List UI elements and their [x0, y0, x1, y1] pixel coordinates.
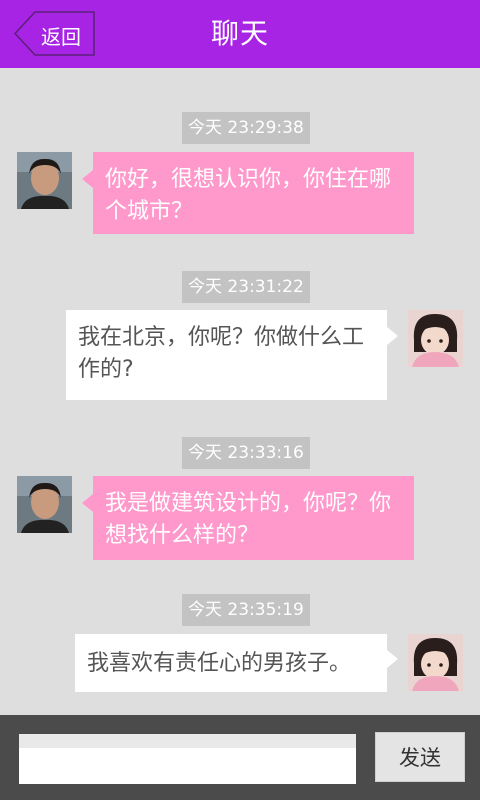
message-bubble: 你好，很想认识你，你住在哪个城市？: [93, 152, 414, 234]
avatar[interactable]: [17, 476, 72, 533]
male-avatar-icon: [17, 476, 72, 533]
header-bar: 返回 聊天: [0, 0, 480, 68]
message-input[interactable]: [19, 734, 356, 784]
bubble-tail: [387, 650, 398, 668]
bubble-tail: [387, 327, 398, 345]
page-title: 聊天: [210, 17, 269, 50]
avatar[interactable]: [408, 310, 463, 367]
message-list: 今天 23:29:38 你好，很想认识你，你住在哪个城市？ 今天 23:31:2…: [0, 68, 480, 715]
message-timestamp: 今天 23:31:22: [182, 271, 310, 303]
message-bubble: 我是做建筑设计的，你呢？你想找什么样的？: [93, 476, 414, 560]
bubble-tail: [82, 170, 93, 188]
bubble-tail: [82, 494, 93, 512]
female-avatar-icon: [408, 310, 463, 367]
avatar[interactable]: [408, 634, 463, 691]
message-timestamp: 今天 23:29:38: [182, 112, 310, 144]
avatar[interactable]: [17, 152, 72, 209]
message-bubble: 我在北京，你呢？你做什么工作的?: [66, 310, 387, 400]
message-bubble: 我喜欢有责任心的男孩子。: [75, 634, 387, 692]
send-button[interactable]: 发送: [375, 732, 465, 782]
female-avatar-icon: [408, 634, 463, 691]
input-bar: 发送: [0, 715, 480, 800]
male-avatar-icon: [17, 152, 72, 209]
message-timestamp: 今天 23:33:16: [182, 437, 310, 469]
message-timestamp: 今天 23:35:19: [182, 594, 310, 626]
